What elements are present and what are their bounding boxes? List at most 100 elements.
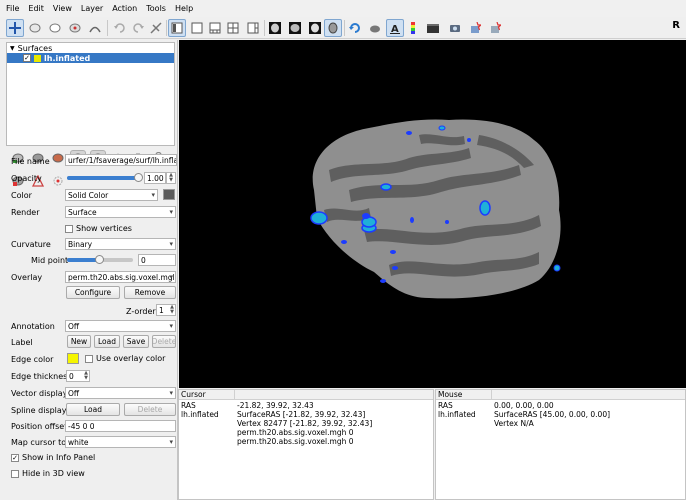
opacity-slider-knob[interactable] <box>134 173 143 182</box>
3d-view-icon[interactable] <box>324 19 342 37</box>
mid-point-slider[interactable] <box>67 255 133 264</box>
undo-icon[interactable] <box>111 19 129 37</box>
label-delete-button[interactable]: Delete <box>152 335 176 348</box>
layer-item-lh-inflated[interactable]: ✓ lh.inflated <box>7 53 174 63</box>
mid-point-slider-knob[interactable] <box>95 255 104 264</box>
overlay-label: Overlay <box>11 273 43 282</box>
label-new-button[interactable]: New <box>67 335 91 348</box>
edge-thickness-stepper-icon[interactable]: ▲ ▼ <box>84 371 88 381</box>
edge-thickness-field[interactable]: 0 ▲ ▼ <box>66 370 90 382</box>
layer-color-swatch <box>34 54 41 62</box>
annotation-select[interactable]: Off <box>65 320 176 332</box>
menu-layer[interactable]: Layer <box>81 4 103 13</box>
show-text-icon[interactable]: A <box>386 19 404 37</box>
table-row[interactable]: Vertex 82477 [-21.82, 39.92, 32.43] <box>181 419 372 428</box>
show-vertices-text: Show vertices <box>76 224 132 233</box>
table-row[interactable]: lh.inflated SurfaceRAS [45.00, 0.00, 0.00… <box>438 410 610 419</box>
show-info-panel-text: Show in Info Panel <box>22 453 96 462</box>
layout-2x2-icon[interactable] <box>206 19 224 37</box>
opacity-field[interactable]: 1.00 <box>144 172 166 184</box>
new-roi-icon[interactable] <box>50 150 66 166</box>
mid-point-value: 0 <box>141 255 146 265</box>
use-overlay-color-checkbox[interactable]: Use overlay color <box>85 354 165 363</box>
table-row[interactable]: RAS -21.82, 39.92, 32.43 <box>181 401 314 410</box>
color-scale-icon[interactable] <box>404 19 422 37</box>
map-cursor-select[interactable]: white <box>65 436 176 448</box>
surface-color-button[interactable] <box>163 189 175 200</box>
command-console-icon[interactable] <box>424 19 442 37</box>
mid-point-label: Mid point <box>31 256 69 265</box>
layout-1x3-icon[interactable] <box>224 19 242 37</box>
table-row[interactable]: Vertex N/A <box>438 419 534 428</box>
configure-button[interactable]: Configure <box>66 286 120 299</box>
redo-icon[interactable] <box>129 19 147 37</box>
menu-file[interactable]: File <box>6 4 19 13</box>
edge-color-button[interactable] <box>67 353 79 364</box>
opacity-stepper[interactable]: ▲ ▼ <box>166 172 176 184</box>
overlay-select[interactable]: perm.th20.abs.sig.voxel.mgl <box>65 271 176 283</box>
navigate-tool-icon[interactable] <box>6 19 24 37</box>
label-save-button[interactable]: Save <box>123 335 149 348</box>
show-vertices-checkbox[interactable]: Show vertices <box>65 224 132 233</box>
svg-text:A: A <box>391 24 399 34</box>
spline-delete-button[interactable]: Delete <box>124 403 176 416</box>
show-info-panel-checkbox[interactable]: ✓ Show in Info Panel <box>11 453 95 462</box>
position-offset-field[interactable]: -45 0 0 <box>65 420 176 432</box>
chevron-down-icon[interactable]: ▼ <box>10 45 15 52</box>
table-row[interactable]: lh.inflated SurfaceRAS [-21.82, 39.92, 32… <box>181 410 365 419</box>
curvature-select[interactable]: Binary <box>65 238 176 250</box>
layout-1-plus-3-icon[interactable] <box>188 19 206 37</box>
toggle-volume-icon[interactable] <box>466 19 484 37</box>
spline-load-button[interactable]: Load <box>66 403 120 416</box>
opacity-slider[interactable] <box>67 173 143 182</box>
zorder-label: Z-order <box>126 307 156 316</box>
axial-view-icon[interactable] <box>286 19 304 37</box>
file-name-label: File name <box>11 157 50 166</box>
layer-visible-checkbox[interactable]: ✓ <box>23 54 31 62</box>
transform-icon[interactable] <box>147 19 165 37</box>
cut-surface-icon[interactable] <box>50 173 66 189</box>
snapshot-icon[interactable] <box>446 19 464 37</box>
render-select[interactable]: Surface <box>65 206 176 218</box>
3d-render-view[interactable] <box>179 40 686 388</box>
hide-3d-box[interactable] <box>11 469 19 478</box>
menu-bar: File Edit View Layer Action Tools Help <box>0 0 686 17</box>
opacity-label: Opacity <box>11 174 42 183</box>
hide-3d-checkbox[interactable]: Hide in 3D view <box>11 469 85 478</box>
label-load-button[interactable]: Load <box>94 335 120 348</box>
mid-point-field[interactable]: 0 <box>138 254 176 266</box>
vector-display-select[interactable]: Off <box>65 387 176 399</box>
table-row[interactable]: perm.th20.abs.sig.voxel.mgh 0 <box>181 428 353 437</box>
menu-tools[interactable]: Tools <box>146 4 166 13</box>
tree-group-label: Surfaces <box>17 43 53 53</box>
layer-tree[interactable]: ▼ Surfaces ✓ lh.inflated <box>6 42 175 146</box>
zorder-stepper-icon[interactable]: ▲ ▼ <box>170 305 174 315</box>
table-row[interactable]: RAS 0.00, 0.00, 0.00 <box>438 401 554 410</box>
sagittal-slice-icon[interactable] <box>306 19 324 37</box>
zorder-field[interactable]: 1 ▲ ▼ <box>156 304 176 316</box>
layout-1x1-icon[interactable] <box>168 19 186 37</box>
file-name-field[interactable]: urfer/1/fsaverage/surf/lh.inflated <box>65 154 177 166</box>
tree-group-surfaces[interactable]: ▼ Surfaces <box>7 43 174 53</box>
spline-display-label: Spline display <box>11 406 67 415</box>
point-set-edit-icon[interactable] <box>66 19 84 37</box>
remove-button[interactable]: Remove <box>124 286 176 299</box>
show-info-panel-box[interactable]: ✓ <box>11 453 19 462</box>
contour-icon[interactable] <box>86 19 104 37</box>
menu-edit[interactable]: Edit <box>28 4 44 13</box>
toggle-surface-icon[interactable] <box>486 19 504 37</box>
recon-edit-icon[interactable] <box>26 19 44 37</box>
show-vertices-box[interactable] <box>65 224 73 233</box>
vector-display-label: Vector display <box>11 389 68 398</box>
table-row[interactable]: perm.th20.abs.sig.voxel.mgh 0 <box>181 437 353 446</box>
menu-action[interactable]: Action <box>112 4 137 13</box>
reset-view-icon[interactable] <box>346 19 364 37</box>
roi-edit-icon[interactable] <box>46 19 64 37</box>
use-overlay-color-box[interactable] <box>85 354 93 363</box>
coronal-view-icon[interactable] <box>266 19 284 37</box>
menu-view[interactable]: View <box>53 4 72 13</box>
color-select[interactable]: Solid Color <box>65 189 158 201</box>
menu-help[interactable]: Help <box>175 4 193 13</box>
show-toolbar-icon[interactable] <box>366 19 384 37</box>
sagittal-view-icon[interactable] <box>244 19 262 37</box>
